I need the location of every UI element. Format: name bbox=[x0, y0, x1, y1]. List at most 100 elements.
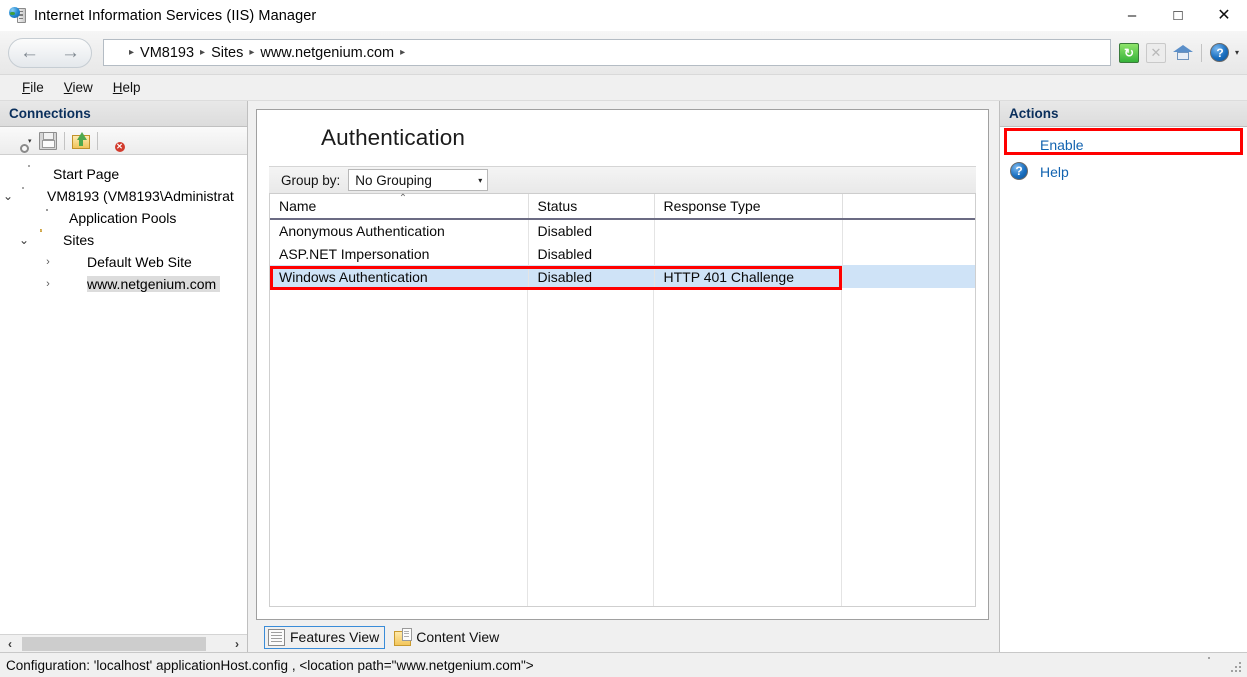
tree-item-label: Sites bbox=[63, 232, 95, 248]
connect-to-caret-icon[interactable]: ▾ bbox=[28, 137, 32, 145]
group-by-select[interactable]: No Grouping ▾ bbox=[348, 169, 489, 191]
cell-response-type bbox=[654, 219, 843, 242]
maximize-button[interactable]: □ bbox=[1155, 0, 1201, 31]
connections-horizontal-scrollbar[interactable]: ‹ › bbox=[0, 634, 247, 652]
breadcrumb-item-sites[interactable]: Sites bbox=[206, 45, 248, 61]
cell-filler bbox=[842, 265, 975, 288]
chevron-right-icon[interactable]: › bbox=[40, 256, 56, 268]
column-header-response-type[interactable]: Response Type bbox=[654, 194, 843, 220]
connections-toolbar: ▾ ✕ bbox=[0, 127, 247, 155]
tree-item-server[interactable]: ⌄ VM8193 (VM8193\Administrat bbox=[0, 185, 247, 207]
actions-pane: Actions Enable ? Help bbox=[999, 101, 1247, 652]
tree-item-netgenium-site[interactable]: › www.netgenium.com bbox=[0, 273, 247, 295]
help-dropdown-caret-icon[interactable]: ▾ bbox=[1235, 48, 1239, 57]
list-empty-area bbox=[270, 288, 975, 606]
home-icon bbox=[1172, 43, 1193, 63]
group-by-value: No Grouping bbox=[355, 172, 432, 188]
menu-file[interactable]: File bbox=[12, 77, 54, 98]
breadcrumb-item-site[interactable]: www.netgenium.com bbox=[255, 45, 399, 61]
menu-view[interactable]: View bbox=[54, 77, 103, 98]
scrollbar-track[interactable] bbox=[20, 635, 227, 652]
home-button[interactable] bbox=[1171, 41, 1195, 65]
view-tabs: Features View Content View bbox=[256, 624, 989, 650]
status-bar: Configuration: 'localhost' applicationHo… bbox=[0, 652, 1247, 677]
minimize-button[interactable]: – bbox=[1109, 0, 1155, 31]
address-bar: ← → ▸ VM8193 ▸ Sites ▸ www.netgenium.com… bbox=[0, 31, 1247, 75]
main-body: Connections ▾ ✕ Start Page ⌄ VM8193 (VM8… bbox=[0, 101, 1247, 652]
cell-status: Disabled bbox=[528, 219, 655, 242]
cell-response-type bbox=[654, 242, 843, 265]
help-button[interactable]: ? bbox=[1208, 41, 1232, 65]
tab-features-view[interactable]: Features View bbox=[264, 625, 386, 649]
breadcrumb-item-server[interactable]: VM8193 bbox=[135, 45, 199, 61]
help-icon: ? bbox=[1210, 43, 1230, 62]
forward-icon[interactable]: → bbox=[61, 43, 80, 62]
title-bar: Internet Information Services (IIS) Mana… bbox=[0, 0, 1247, 31]
action-help[interactable]: ? Help bbox=[1000, 158, 1247, 185]
column-header-status[interactable]: Status bbox=[528, 194, 655, 220]
cell-response-type: HTTP 401 Challenge bbox=[654, 265, 843, 288]
table-row[interactable]: Anonymous Authentication Disabled bbox=[270, 219, 975, 242]
cell-name: ASP.NET Impersonation bbox=[270, 242, 529, 265]
authentication-table: ⌃ Name Status Response Type Anonymous Au… bbox=[270, 193, 975, 288]
menu-view-accel: V bbox=[63, 80, 73, 95]
close-button[interactable]: ✕ bbox=[1201, 0, 1247, 31]
scroll-left-icon[interactable]: ‹ bbox=[0, 637, 20, 651]
tree-item-default-web-site[interactable]: › Default Web Site bbox=[0, 251, 247, 273]
tree-item-application-pools[interactable]: Application Pools bbox=[0, 207, 247, 229]
features-list[interactable]: ⌃ Name Status Response Type Anonymous Au… bbox=[269, 193, 976, 607]
globe-icon bbox=[271, 121, 305, 155]
chevron-right-icon[interactable]: › bbox=[40, 278, 56, 290]
tree-item-start-page[interactable]: Start Page bbox=[0, 163, 247, 185]
back-icon[interactable]: ← bbox=[20, 43, 39, 62]
tree-item-sites[interactable]: ⌄ Sites bbox=[0, 229, 247, 251]
stop-icon: ✕ bbox=[1145, 42, 1166, 63]
breadcrumb-separator: ▸ bbox=[400, 47, 406, 58]
tab-content-view[interactable]: Content View bbox=[391, 627, 504, 648]
cell-filler bbox=[842, 242, 975, 265]
window-controls: – □ ✕ bbox=[1109, 0, 1247, 31]
chevron-down-icon: ▾ bbox=[478, 175, 483, 185]
table-row[interactable]: ASP.NET Impersonation Disabled bbox=[270, 242, 975, 265]
refresh-icon: ↻ bbox=[1118, 42, 1139, 63]
column-header-name[interactable]: ⌃ Name bbox=[270, 193, 529, 220]
scrollbar-thumb[interactable] bbox=[22, 636, 206, 651]
cell-name: Windows Authentication bbox=[270, 265, 529, 288]
window-title: Internet Information Services (IIS) Mana… bbox=[34, 7, 317, 24]
cell-status: Disabled bbox=[528, 265, 655, 288]
disconnect-button[interactable]: ✕ bbox=[103, 130, 125, 152]
open-connection-icon bbox=[71, 131, 90, 150]
actions-header: Actions bbox=[1000, 101, 1247, 127]
stop-button[interactable]: ✕ bbox=[1144, 41, 1168, 65]
connections-tree[interactable]: Start Page ⌄ VM8193 (VM8193\Administrat … bbox=[0, 155, 247, 634]
server-icon bbox=[22, 187, 42, 205]
breadcrumb-address-field[interactable]: ▸ VM8193 ▸ Sites ▸ www.netgenium.com ▸ bbox=[103, 39, 1111, 66]
feature-panel: Authentication Group by: No Grouping ▾ ⌃… bbox=[256, 109, 989, 620]
server-icon bbox=[28, 165, 48, 183]
open-connection-button[interactable] bbox=[70, 130, 92, 152]
refresh-button[interactable]: ↻ bbox=[1117, 41, 1141, 65]
feature-pane: Authentication Group by: No Grouping ▾ ⌃… bbox=[248, 101, 999, 652]
table-header-row: ⌃ Name Status Response Type bbox=[270, 193, 975, 220]
menu-help[interactable]: Help bbox=[103, 77, 151, 98]
iis-server-icon bbox=[9, 7, 26, 24]
page-title: Authentication bbox=[321, 125, 466, 150]
connect-to-button[interactable] bbox=[6, 130, 29, 153]
resize-grip[interactable] bbox=[1231, 660, 1243, 672]
table-row-selected[interactable]: Windows Authentication Disabled HTTP 401… bbox=[270, 265, 975, 288]
menu-help-accel: H bbox=[112, 80, 123, 95]
tree-item-label: VM8193 (VM8193\Administrat bbox=[47, 188, 234, 204]
chevron-down-icon[interactable]: ⌄ bbox=[0, 189, 16, 203]
save-connections-button[interactable] bbox=[37, 130, 59, 152]
scroll-right-icon[interactable]: › bbox=[227, 637, 247, 651]
action-enable[interactable]: Enable bbox=[1000, 131, 1247, 158]
chevron-down-icon[interactable]: ⌄ bbox=[16, 233, 32, 247]
toolbar-divider bbox=[1200, 43, 1202, 62]
menu-view-rest: iew bbox=[72, 80, 93, 95]
server-icon bbox=[1208, 657, 1227, 674]
iis-manager-window: Internet Information Services (IIS) Mana… bbox=[0, 0, 1247, 677]
maximize-icon: □ bbox=[1173, 7, 1183, 24]
globe-icon bbox=[64, 253, 82, 271]
menu-bar: File View Help bbox=[0, 75, 1247, 101]
group-by-bar: Group by: No Grouping ▾ bbox=[269, 166, 976, 194]
